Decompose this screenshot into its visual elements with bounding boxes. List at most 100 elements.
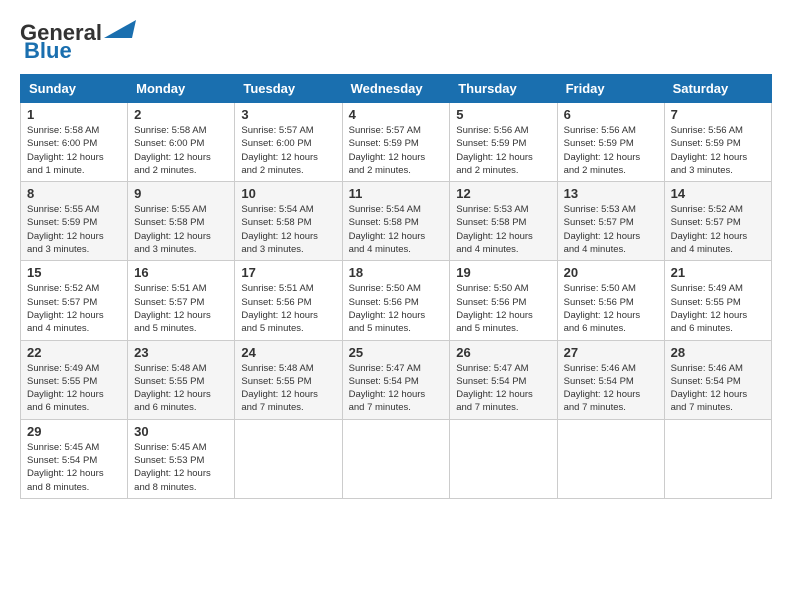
day-number: 10 <box>241 186 335 201</box>
day-number: 25 <box>349 345 444 360</box>
day-info: Sunrise: 5:48 AM Sunset: 5:55 PM Dayligh… <box>134 362 228 415</box>
day-cell: 4 Sunrise: 5:57 AM Sunset: 5:59 PM Dayli… <box>342 103 450 182</box>
day-cell <box>235 419 342 498</box>
day-cell: 28 Sunrise: 5:46 AM Sunset: 5:54 PM Dayl… <box>664 340 771 419</box>
day-number: 27 <box>564 345 658 360</box>
col-header-monday: Monday <box>128 75 235 103</box>
day-cell: 26 Sunrise: 5:47 AM Sunset: 5:54 PM Dayl… <box>450 340 557 419</box>
day-info: Sunrise: 5:49 AM Sunset: 5:55 PM Dayligh… <box>27 362 121 415</box>
day-number: 24 <box>241 345 335 360</box>
day-number: 3 <box>241 107 335 122</box>
day-cell <box>450 419 557 498</box>
logo-wing-icon <box>104 20 136 40</box>
day-info: Sunrise: 5:58 AM Sunset: 6:00 PM Dayligh… <box>134 124 228 177</box>
day-cell: 7 Sunrise: 5:56 AM Sunset: 5:59 PM Dayli… <box>664 103 771 182</box>
week-row-2: 8 Sunrise: 5:55 AM Sunset: 5:59 PM Dayli… <box>21 182 772 261</box>
day-info: Sunrise: 5:56 AM Sunset: 5:59 PM Dayligh… <box>671 124 765 177</box>
day-number: 5 <box>456 107 550 122</box>
day-info: Sunrise: 5:45 AM Sunset: 5:54 PM Dayligh… <box>27 441 121 494</box>
day-cell: 24 Sunrise: 5:48 AM Sunset: 5:55 PM Dayl… <box>235 340 342 419</box>
day-info: Sunrise: 5:47 AM Sunset: 5:54 PM Dayligh… <box>349 362 444 415</box>
day-cell: 29 Sunrise: 5:45 AM Sunset: 5:54 PM Dayl… <box>21 419 128 498</box>
day-info: Sunrise: 5:53 AM Sunset: 5:57 PM Dayligh… <box>564 203 658 256</box>
day-cell: 15 Sunrise: 5:52 AM Sunset: 5:57 PM Dayl… <box>21 261 128 340</box>
week-row-5: 29 Sunrise: 5:45 AM Sunset: 5:54 PM Dayl… <box>21 419 772 498</box>
day-cell <box>557 419 664 498</box>
col-header-tuesday: Tuesday <box>235 75 342 103</box>
week-row-1: 1 Sunrise: 5:58 AM Sunset: 6:00 PM Dayli… <box>21 103 772 182</box>
day-number: 2 <box>134 107 228 122</box>
day-number: 1 <box>27 107 121 122</box>
day-cell: 17 Sunrise: 5:51 AM Sunset: 5:56 PM Dayl… <box>235 261 342 340</box>
logo: General Blue <box>20 20 136 64</box>
day-number: 15 <box>27 265 121 280</box>
day-info: Sunrise: 5:55 AM Sunset: 5:58 PM Dayligh… <box>134 203 228 256</box>
day-info: Sunrise: 5:56 AM Sunset: 5:59 PM Dayligh… <box>564 124 658 177</box>
day-cell: 5 Sunrise: 5:56 AM Sunset: 5:59 PM Dayli… <box>450 103 557 182</box>
day-cell: 22 Sunrise: 5:49 AM Sunset: 5:55 PM Dayl… <box>21 340 128 419</box>
day-cell: 20 Sunrise: 5:50 AM Sunset: 5:56 PM Dayl… <box>557 261 664 340</box>
day-cell: 10 Sunrise: 5:54 AM Sunset: 5:58 PM Dayl… <box>235 182 342 261</box>
day-number: 11 <box>349 186 444 201</box>
day-cell <box>342 419 450 498</box>
day-number: 13 <box>564 186 658 201</box>
day-cell: 25 Sunrise: 5:47 AM Sunset: 5:54 PM Dayl… <box>342 340 450 419</box>
day-number: 23 <box>134 345 228 360</box>
day-info: Sunrise: 5:58 AM Sunset: 6:00 PM Dayligh… <box>27 124 121 177</box>
col-header-wednesday: Wednesday <box>342 75 450 103</box>
col-header-sunday: Sunday <box>21 75 128 103</box>
day-info: Sunrise: 5:51 AM Sunset: 5:56 PM Dayligh… <box>241 282 335 335</box>
day-cell: 2 Sunrise: 5:58 AM Sunset: 6:00 PM Dayli… <box>128 103 235 182</box>
day-info: Sunrise: 5:46 AM Sunset: 5:54 PM Dayligh… <box>564 362 658 415</box>
day-number: 29 <box>27 424 121 439</box>
day-cell: 13 Sunrise: 5:53 AM Sunset: 5:57 PM Dayl… <box>557 182 664 261</box>
col-header-saturday: Saturday <box>664 75 771 103</box>
logo-text-blue: Blue <box>24 38 72 64</box>
day-cell: 12 Sunrise: 5:53 AM Sunset: 5:58 PM Dayl… <box>450 182 557 261</box>
day-info: Sunrise: 5:50 AM Sunset: 5:56 PM Dayligh… <box>349 282 444 335</box>
day-cell: 30 Sunrise: 5:45 AM Sunset: 5:53 PM Dayl… <box>128 419 235 498</box>
day-number: 28 <box>671 345 765 360</box>
day-number: 14 <box>671 186 765 201</box>
day-info: Sunrise: 5:51 AM Sunset: 5:57 PM Dayligh… <box>134 282 228 335</box>
day-cell: 21 Sunrise: 5:49 AM Sunset: 5:55 PM Dayl… <box>664 261 771 340</box>
day-info: Sunrise: 5:50 AM Sunset: 5:56 PM Dayligh… <box>564 282 658 335</box>
day-info: Sunrise: 5:57 AM Sunset: 6:00 PM Dayligh… <box>241 124 335 177</box>
day-cell: 16 Sunrise: 5:51 AM Sunset: 5:57 PM Dayl… <box>128 261 235 340</box>
day-cell: 8 Sunrise: 5:55 AM Sunset: 5:59 PM Dayli… <box>21 182 128 261</box>
day-info: Sunrise: 5:54 AM Sunset: 5:58 PM Dayligh… <box>241 203 335 256</box>
day-info: Sunrise: 5:52 AM Sunset: 5:57 PM Dayligh… <box>27 282 121 335</box>
day-info: Sunrise: 5:49 AM Sunset: 5:55 PM Dayligh… <box>671 282 765 335</box>
day-number: 22 <box>27 345 121 360</box>
day-number: 30 <box>134 424 228 439</box>
day-info: Sunrise: 5:46 AM Sunset: 5:54 PM Dayligh… <box>671 362 765 415</box>
day-info: Sunrise: 5:54 AM Sunset: 5:58 PM Dayligh… <box>349 203 444 256</box>
day-info: Sunrise: 5:57 AM Sunset: 5:59 PM Dayligh… <box>349 124 444 177</box>
day-number: 19 <box>456 265 550 280</box>
day-number: 18 <box>349 265 444 280</box>
week-row-4: 22 Sunrise: 5:49 AM Sunset: 5:55 PM Dayl… <box>21 340 772 419</box>
day-info: Sunrise: 5:53 AM Sunset: 5:58 PM Dayligh… <box>456 203 550 256</box>
day-number: 6 <box>564 107 658 122</box>
col-header-friday: Friday <box>557 75 664 103</box>
day-number: 4 <box>349 107 444 122</box>
day-info: Sunrise: 5:45 AM Sunset: 5:53 PM Dayligh… <box>134 441 228 494</box>
col-header-thursday: Thursday <box>450 75 557 103</box>
day-number: 16 <box>134 265 228 280</box>
page-header: General Blue <box>20 20 772 64</box>
day-number: 26 <box>456 345 550 360</box>
day-cell: 23 Sunrise: 5:48 AM Sunset: 5:55 PM Dayl… <box>128 340 235 419</box>
day-info: Sunrise: 5:47 AM Sunset: 5:54 PM Dayligh… <box>456 362 550 415</box>
day-number: 21 <box>671 265 765 280</box>
day-number: 8 <box>27 186 121 201</box>
calendar-table: SundayMondayTuesdayWednesdayThursdayFrid… <box>20 74 772 499</box>
day-cell: 11 Sunrise: 5:54 AM Sunset: 5:58 PM Dayl… <box>342 182 450 261</box>
day-info: Sunrise: 5:52 AM Sunset: 5:57 PM Dayligh… <box>671 203 765 256</box>
day-info: Sunrise: 5:56 AM Sunset: 5:59 PM Dayligh… <box>456 124 550 177</box>
day-number: 17 <box>241 265 335 280</box>
day-number: 12 <box>456 186 550 201</box>
day-number: 9 <box>134 186 228 201</box>
day-number: 7 <box>671 107 765 122</box>
day-cell: 3 Sunrise: 5:57 AM Sunset: 6:00 PM Dayli… <box>235 103 342 182</box>
day-cell: 6 Sunrise: 5:56 AM Sunset: 5:59 PM Dayli… <box>557 103 664 182</box>
